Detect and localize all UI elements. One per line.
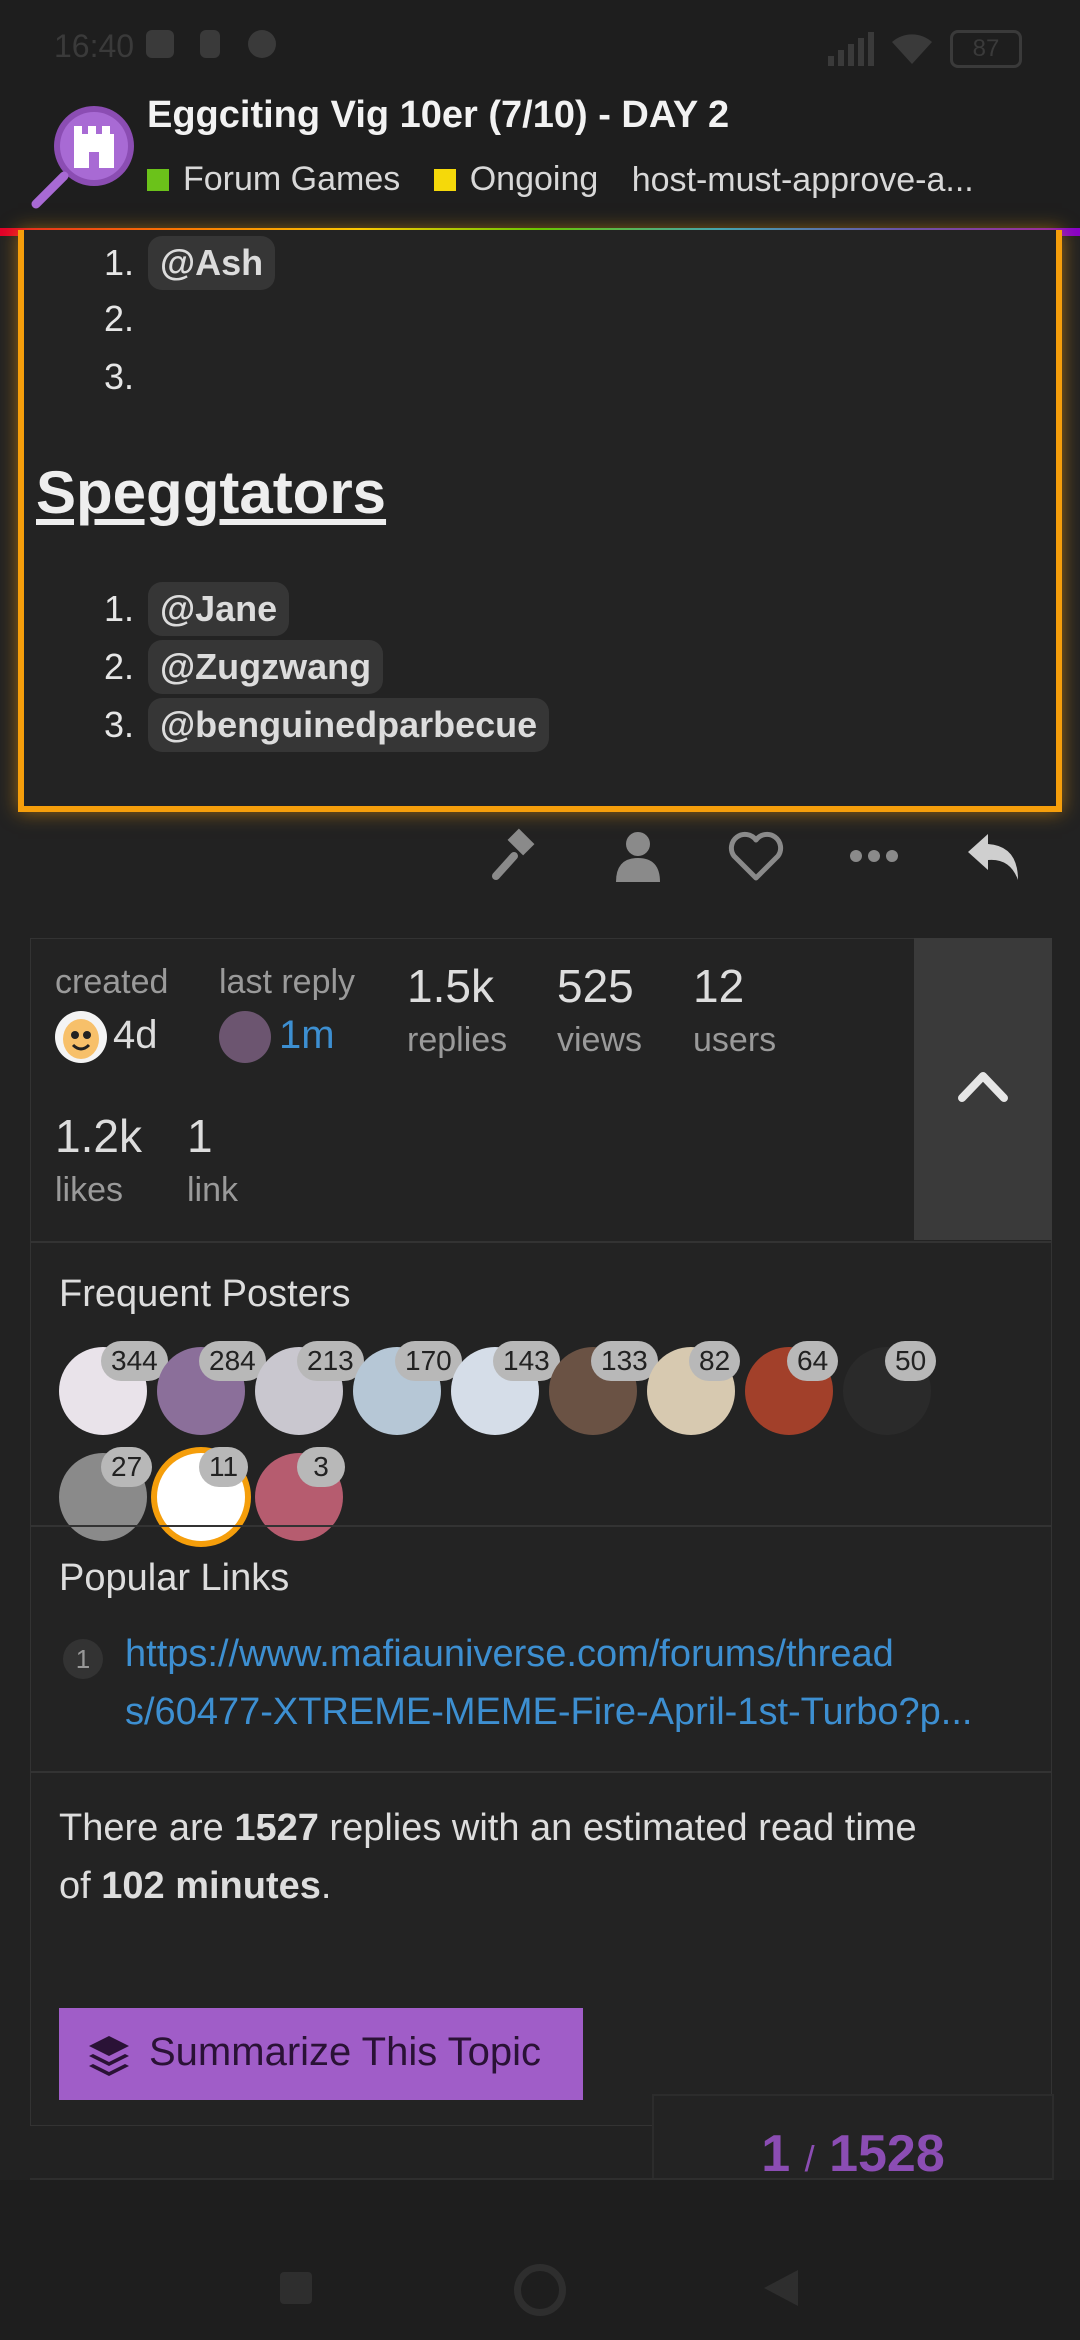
- category-color-swatch: [433, 168, 456, 191]
- popular-links-title: Popular Links: [59, 1557, 290, 1599]
- topic-map: created 4d last reply 1m 1.5k replies 52…: [30, 938, 1052, 2126]
- list-item: 3. @benguinedparbecue: [100, 698, 550, 752]
- created-label: created: [55, 963, 169, 1001]
- links-value: 1: [187, 1110, 213, 1162]
- category-label: Forum Games: [183, 160, 401, 198]
- post-count-badge: 133: [591, 1341, 658, 1381]
- category-label: Ongoing: [469, 160, 599, 198]
- user-icon[interactable]: [608, 828, 668, 884]
- likes-value: 1.2k: [55, 1110, 142, 1162]
- list-item: 2. @Zugzwang: [100, 640, 384, 694]
- link-click-count: 1: [63, 1639, 103, 1679]
- created-value[interactable]: 4d: [113, 1013, 158, 1058]
- post-count-badge: 213: [297, 1341, 364, 1381]
- popular-link[interactable]: https://www.mafiauniverse.com/forums/thr…: [125, 1625, 972, 1741]
- user-mention[interactable]: @Zugzwang: [148, 640, 384, 694]
- status-bar: 16:40 87: [0, 0, 1080, 92]
- post-count-badge: 284: [199, 1341, 266, 1381]
- layers-icon: [89, 2036, 129, 2076]
- post-count-badge: 170: [395, 1341, 462, 1381]
- sim-icon: [200, 30, 220, 58]
- system-nav-bar: [0, 2180, 1080, 2340]
- summarize-label: Summarize This Topic: [149, 2030, 541, 2074]
- chevron-up-icon: [958, 1072, 1008, 1102]
- users-value: 12: [693, 960, 745, 1012]
- views-label: views: [557, 1021, 643, 1059]
- category-forum-games[interactable]: Forum Games: [147, 160, 400, 199]
- back-button[interactable]: [762, 2268, 800, 2308]
- post-count-badge: 143: [493, 1341, 560, 1381]
- views-value: 525: [557, 960, 634, 1012]
- gavel-icon[interactable]: [488, 828, 548, 884]
- post-count-badge: 50: [885, 1341, 937, 1381]
- user-mention[interactable]: @Jane: [148, 582, 290, 636]
- signal-icon: [826, 32, 876, 74]
- last-reply-value[interactable]: 1m: [279, 1013, 335, 1058]
- avatar[interactable]: [219, 1011, 271, 1063]
- list-item: 1. @Jane: [100, 582, 290, 636]
- site-logo-icon[interactable]: [30, 100, 140, 210]
- read-time-summary: There are 1527 replies with an estimated…: [59, 1807, 917, 1907]
- replies-value: 1.5k: [407, 960, 494, 1012]
- list-item: 3.: [103, 356, 134, 397]
- post-count-badge: 344: [101, 1341, 168, 1381]
- progress-counter: 1 / 1528: [761, 2125, 945, 2183]
- frequent-posters-title: Frequent Posters: [59, 1273, 351, 1315]
- post-count-badge: 64: [787, 1341, 839, 1381]
- post-count-badge: 82: [689, 1341, 741, 1381]
- replies-label: replies: [407, 1021, 508, 1059]
- post-heading: Speggtators: [36, 459, 387, 526]
- user-mention[interactable]: @Ash: [148, 236, 276, 290]
- users-label: users: [693, 1021, 777, 1059]
- post-count-badge: 27: [101, 1447, 153, 1487]
- recents-button[interactable]: [280, 2272, 312, 2304]
- notification-icon: [146, 30, 174, 58]
- likes-label: likes: [55, 1171, 124, 1209]
- user-mention[interactable]: @benguinedparbecue: [148, 698, 550, 752]
- status-time: 16:40: [54, 28, 135, 64]
- discord-icon: [248, 30, 276, 58]
- topic-header: Eggciting Vig 10er (7/10) - DAY 2 Forum …: [0, 92, 1080, 230]
- highlighted-post: 1. @Ash 2. 3. Speggtators 1. @Jane 2. @Zugz…: [18, 230, 1062, 812]
- summarize-topic-button[interactable]: Summarize This Topic: [59, 2008, 583, 2100]
- links-label: link: [187, 1171, 239, 1209]
- list-item: 2.: [103, 298, 134, 339]
- collapse-topic-map-button[interactable]: [914, 938, 1052, 1240]
- wifi-icon: [890, 30, 934, 74]
- popular-links-section: Popular Links 1 https://www.mafiaunivers…: [31, 1525, 1051, 1773]
- more-icon[interactable]: [844, 828, 904, 884]
- home-button[interactable]: [514, 2264, 566, 2316]
- last-reply-label: last reply: [219, 963, 356, 1001]
- category-ongoing[interactable]: Ongoing: [433, 160, 599, 199]
- post-count-badge: 11: [199, 1447, 249, 1487]
- heart-icon[interactable]: [726, 828, 786, 884]
- category-color-swatch: [147, 168, 169, 191]
- avatar[interactable]: [55, 1011, 107, 1063]
- tag-link[interactable]: host-must-approve-a...: [632, 161, 974, 200]
- topic-title[interactable]: Eggciting Vig 10er (7/10) - DAY 2: [147, 94, 729, 137]
- list-item: 1. @Ash: [100, 236, 276, 290]
- reply-icon[interactable]: [964, 828, 1024, 884]
- breadcrumb: Forum Games Ongoing host-must-approve-a.…: [147, 160, 998, 200]
- frequent-posters-section: Frequent Posters 344 284 213 170 143 133 82 64 5…: [31, 1241, 1051, 1541]
- battery-icon: 87: [950, 30, 1022, 68]
- post-count-badge: 3: [297, 1447, 345, 1487]
